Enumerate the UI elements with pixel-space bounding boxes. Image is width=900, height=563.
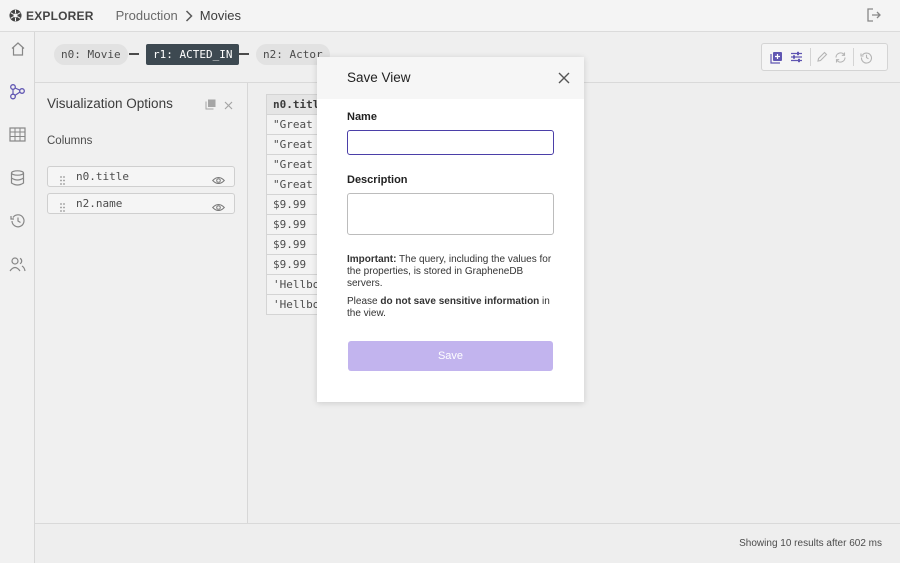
- description-label: Description: [347, 174, 408, 186]
- warning-pre: Please: [347, 296, 381, 307]
- save-view-dialog: Save View Name Description Important: Th…: [317, 57, 584, 402]
- sensitive-warning: Please do not save sensitive information…: [347, 296, 559, 320]
- important-note: Important: The query, including the valu…: [347, 254, 559, 290]
- name-field[interactable]: [347, 130, 554, 155]
- important-label: Important:: [347, 254, 397, 265]
- save-button[interactable]: Save: [348, 341, 553, 371]
- description-field[interactable]: [347, 193, 554, 235]
- warning-bold: do not save sensitive information: [380, 296, 540, 307]
- dialog-title: Save View: [347, 70, 411, 85]
- name-label: Name: [347, 111, 377, 123]
- close-icon[interactable]: [558, 71, 570, 89]
- dialog-header: Save View: [317, 57, 584, 99]
